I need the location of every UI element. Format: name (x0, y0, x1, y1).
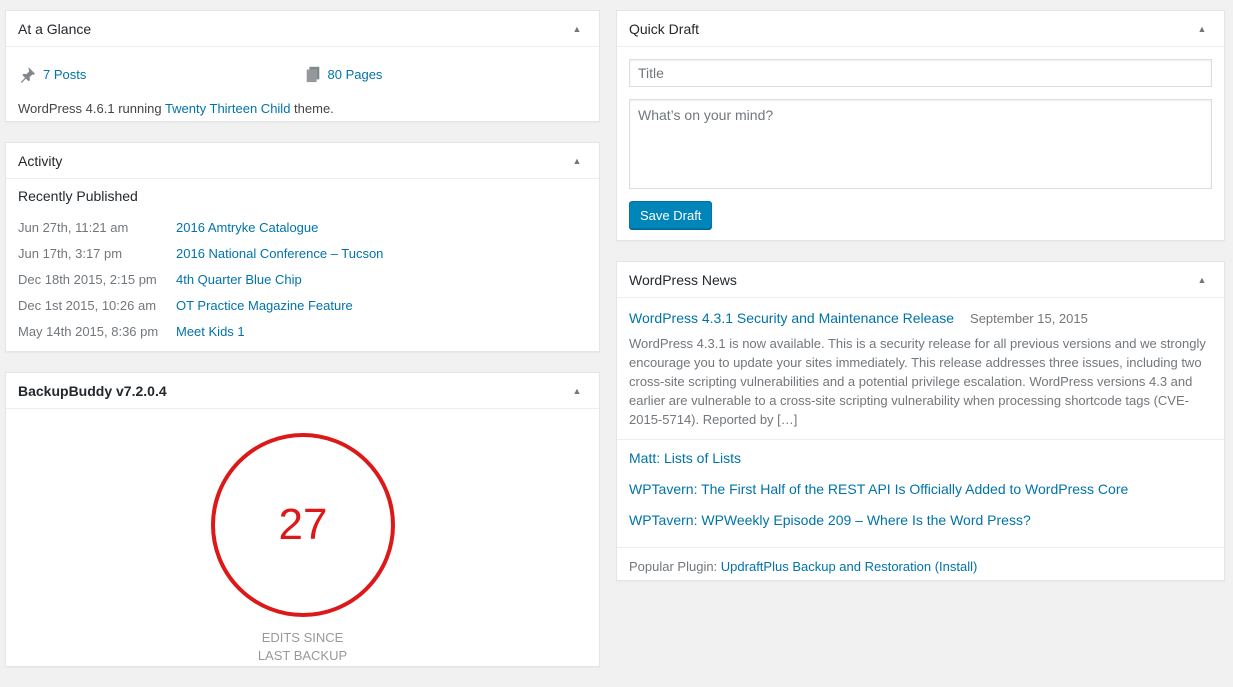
post-link[interactable]: OT Practice Magazine Feature (176, 298, 353, 313)
plugin-link[interactable]: UpdraftPlus Backup and Restoration (721, 559, 931, 574)
save-draft-button[interactable]: Save Draft (629, 201, 713, 229)
edits-caption-line1: EDITS SINCE (261, 630, 344, 645)
glance-version-info: WordPress 4.6.1 running Twenty Thirteen … (6, 89, 599, 116)
post-link[interactable]: Meet Kids 1 (176, 324, 245, 339)
list-item: Jun 17th, 3:17 pm 2016 National Conferen… (18, 240, 587, 266)
recently-published-heading: Recently Published (18, 188, 138, 204)
collapse-toggle-icon[interactable]: ▲ (1192, 19, 1212, 39)
edits-caption: EDITS SINCE LAST BACKUP (6, 629, 599, 665)
news-feature-link[interactable]: WordPress 4.3.1 Security and Maintenance… (629, 310, 954, 326)
draft-content-textarea[interactable] (629, 99, 1212, 189)
wordpress-news-widget: WordPress News ▲ WordPress 4.3.1 Securit… (616, 261, 1225, 581)
news-links-list: Matt: Lists of Lists WPTavern: The First… (617, 440, 1224, 548)
news-feature-excerpt: WordPress 4.3.1 is now available. This i… (629, 336, 1206, 427)
left-column: At a Glance ▲ 7 Posts 80 Pages WordPress… (5, 10, 600, 687)
glance-pages: 80 Pages (303, 59, 588, 89)
post-link[interactable]: 2016 Amtryke Catalogue (176, 220, 318, 235)
list-item: Dec 1st 2015, 10:26 am OT Practice Magaz… (18, 292, 587, 318)
edits-count-ring: 27 (211, 433, 395, 617)
news-link[interactable]: WPTavern: The First Half of the REST API… (629, 481, 1128, 497)
post-date: Jun 17th, 3:17 pm (18, 245, 123, 261)
collapse-toggle-icon[interactable]: ▲ (567, 151, 587, 171)
popular-plugin-label: Popular Plugin: (629, 559, 721, 574)
widget-title: WordPress News (629, 271, 737, 288)
activity-header[interactable]: Activity ▲ (6, 143, 599, 179)
backupbuddy-widget: BackupBuddy v7.2.0.4 ▲ 27 EDITS SINCE LA… (5, 372, 600, 667)
news-header[interactable]: WordPress News ▲ (617, 262, 1224, 298)
version-text: WordPress 4.6.1 running (18, 101, 165, 116)
list-item: WPTavern: WPWeekly Episode 209 – Where I… (629, 512, 1212, 543)
list-item: Matt: Lists of Lists (629, 450, 1212, 481)
widget-title: At a Glance (18, 20, 92, 37)
widget-title: Activity (18, 152, 63, 169)
list-item: WPTavern: The First Half of the REST API… (629, 481, 1212, 512)
posts-count-link[interactable]: 7 Posts (43, 67, 86, 82)
recently-published-list: Jun 27th, 11:21 am 2016 Amtryke Catalogu… (6, 214, 599, 344)
post-date: May 14th 2015, 8:36 pm (18, 323, 159, 339)
news-feature-date: September 15, 2015 (970, 311, 1088, 326)
post-date: Jun 27th, 11:21 am (18, 219, 129, 235)
quick-draft-header[interactable]: Quick Draft ▲ (617, 11, 1224, 47)
post-link[interactable]: 2016 National Conference – Tucson (176, 246, 383, 261)
version-suffix: theme. (290, 101, 334, 116)
post-link[interactable]: 4th Quarter Blue Chip (176, 272, 302, 287)
collapse-toggle-icon[interactable]: ▲ (567, 19, 587, 39)
theme-link[interactable]: Twenty Thirteen Child (165, 101, 291, 116)
right-column: Quick Draft ▲ Save Draft WordPress News … (616, 10, 1225, 601)
collapse-toggle-icon[interactable]: ▲ (567, 381, 587, 401)
plugin-install-link[interactable]: (Install) (935, 559, 978, 574)
draft-title-input[interactable] (629, 59, 1212, 87)
at-a-glance-header[interactable]: At a Glance ▲ (6, 11, 599, 47)
news-link[interactable]: Matt: Lists of Lists (629, 450, 741, 466)
news-feature-head: WordPress 4.3.1 Security and Maintenance… (629, 310, 1212, 326)
widget-title: Quick Draft (629, 20, 700, 37)
quick-draft-form: Save Draft (617, 47, 1224, 241)
edits-count: 27 (278, 500, 328, 549)
popular-plugin: Popular Plugin: UpdraftPlus Backup and R… (617, 548, 1224, 574)
news-link[interactable]: WPTavern: WPWeekly Episode 209 – Where I… (629, 512, 1031, 528)
post-date: Dec 1st 2015, 10:26 am (18, 297, 157, 313)
news-feature: WordPress 4.3.1 Security and Maintenance… (617, 298, 1224, 440)
widget-title: BackupBuddy v7.2.0.4 (18, 382, 167, 399)
pages-icon (303, 64, 323, 84)
glance-items: 7 Posts 80 Pages (6, 47, 599, 89)
list-item: May 14th 2015, 8:36 pm Meet Kids 1 (18, 318, 587, 344)
list-item: Dec 18th 2015, 2:15 pm 4th Quarter Blue … (18, 266, 587, 292)
glance-posts: 7 Posts (18, 59, 303, 89)
list-item: Jun 27th, 11:21 am 2016 Amtryke Catalogu… (18, 214, 587, 240)
pin-icon (18, 64, 38, 84)
backupbuddy-header[interactable]: BackupBuddy v7.2.0.4 ▲ (6, 373, 599, 409)
edits-caption-line2: LAST BACKUP (257, 648, 348, 663)
pages-count-link[interactable]: 80 Pages (328, 67, 383, 82)
post-date: Dec 18th 2015, 2:15 pm (18, 271, 157, 287)
activity-widget: Activity ▲ Recently Published Jun 27th, … (5, 142, 600, 352)
at-a-glance-widget: At a Glance ▲ 7 Posts 80 Pages WordPress… (5, 10, 600, 122)
quick-draft-widget: Quick Draft ▲ Save Draft (616, 10, 1225, 241)
collapse-toggle-icon[interactable]: ▲ (1192, 270, 1212, 290)
